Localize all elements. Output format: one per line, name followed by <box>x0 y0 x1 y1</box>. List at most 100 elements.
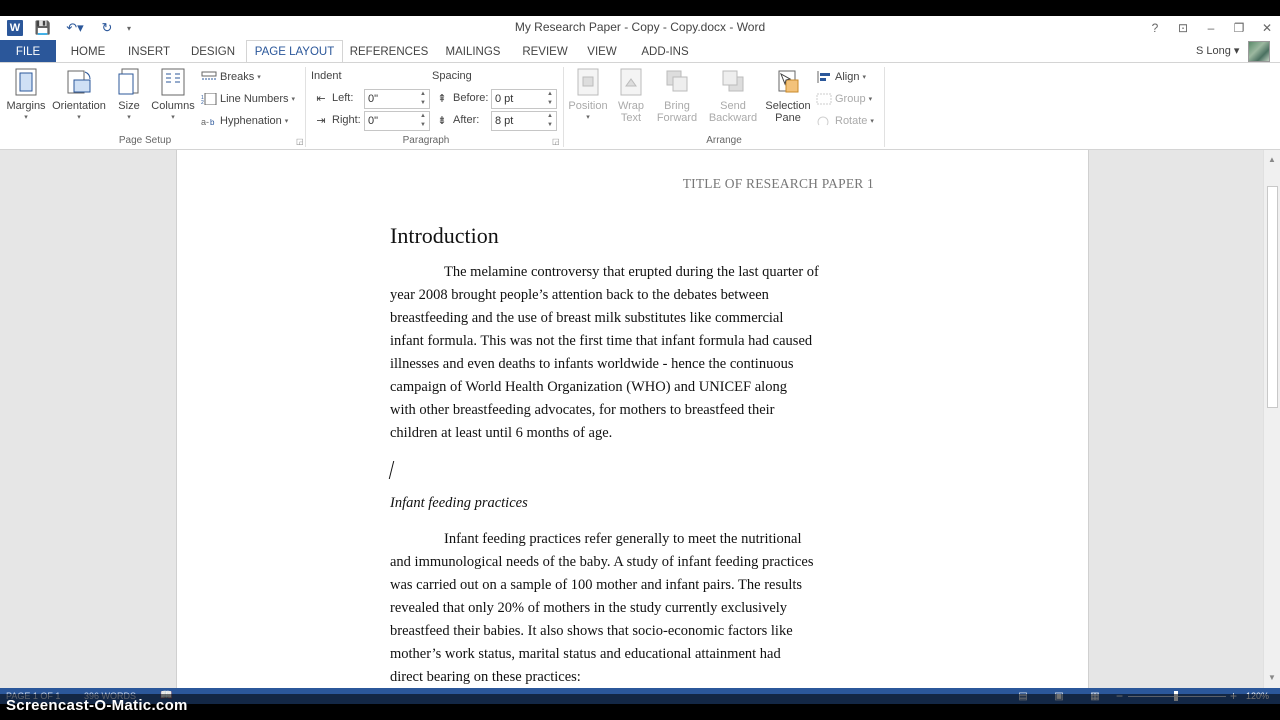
spacing-before-field[interactable]: 0 pt ▲ ▼ <box>491 89 557 109</box>
size-label: Size <box>118 100 140 112</box>
spacing-after-spinner-icon[interactable]: ▲ ▼ <box>545 113 555 129</box>
send-backward-icon <box>718 67 748 97</box>
bring-label-1: Bring <box>664 100 690 112</box>
indent-left-spinner-icon[interactable]: ▲ ▼ <box>418 91 428 107</box>
svg-text:a-: a- <box>201 117 209 127</box>
paragraph-line[interactable]: revealed that only 20% of mothers in the… <box>390 597 880 620</box>
indent-right-value: 0" <box>368 115 379 127</box>
breaks-dropdown-icon: ▾ <box>257 74 261 81</box>
send-backward-button[interactable]: Send Backward <box>704 67 762 124</box>
hyphenation-button[interactable]: a-b Hyphenation ▾ <box>201 112 288 130</box>
paragraph-line[interactable]: Infant feeding practices refer generally… <box>390 528 880 551</box>
paragraph-line[interactable]: mother’s work status, marital status and… <box>390 643 880 666</box>
paragraph-line[interactable]: with other breastfeeding advocates, for … <box>390 399 880 422</box>
paragraph-launcher-icon[interactable]: ◲ <box>552 137 560 146</box>
wrap-text-icon <box>616 67 646 97</box>
subheading-infant-feeding[interactable]: Infant feeding practices <box>390 495 528 512</box>
minimize-icon[interactable]: – <box>1198 19 1224 37</box>
svg-text:2: 2 <box>201 100 204 105</box>
tab-add-ins[interactable]: ADD-INS <box>632 40 698 63</box>
vertical-scrollbar[interactable]: ▲ ▼ <box>1263 150 1280 688</box>
tab-review[interactable]: REVIEW <box>518 40 572 63</box>
group-separator <box>563 67 564 147</box>
document-workspace[interactable]: TITLE OF RESEARCH PAPER 1 Introduction T… <box>0 150 1263 688</box>
paragraph-line[interactable]: infant formula. This was not the first t… <box>390 330 880 353</box>
send-label-2: Backward <box>708 112 758 124</box>
hyphenation-label: Hyphenation <box>220 115 282 127</box>
window-title: My Research Paper - Copy - Copy.docx - W… <box>514 20 766 34</box>
page-header[interactable]: TITLE OF RESEARCH PAPER 1 <box>683 176 874 192</box>
tab-references[interactable]: REFERENCES <box>350 40 429 63</box>
line-numbers-button[interactable]: 12 Line Numbers ▾ <box>201 90 295 108</box>
indent-right-field[interactable]: 0" ▲ ▼ <box>364 111 430 131</box>
page-setup-launcher-icon[interactable]: ◲ <box>296 137 304 146</box>
word-logo-letter: W <box>7 20 23 36</box>
paragraph-line[interactable]: The melamine controversy that erupted du… <box>390 261 880 284</box>
bring-forward-button[interactable]: Bring Forward <box>652 67 702 124</box>
spacing-before-label: ⇞ Before: <box>434 89 488 107</box>
scroll-up-icon[interactable]: ▲ <box>1266 152 1278 166</box>
page-setup-group-label: Page Setup <box>118 135 172 146</box>
paragraph-line[interactable]: breastfeed their babies. It also shows t… <box>390 620 880 643</box>
breaks-button[interactable]: Breaks ▾ <box>201 68 261 86</box>
tab-home[interactable]: HOME <box>62 40 114 63</box>
avatar[interactable] <box>1248 41 1270 62</box>
restore-icon[interactable]: ❐ <box>1226 19 1252 37</box>
redo-icon[interactable]: ↻ <box>96 19 118 37</box>
paragraph-line[interactable]: was carried out on a sample of 100 mothe… <box>390 574 880 597</box>
scroll-down-icon[interactable]: ▼ <box>1266 670 1278 684</box>
paragraph-line[interactable]: illnesses and even deaths to infants wor… <box>390 353 880 376</box>
margins-button[interactable]: Margins ▾ <box>6 67 46 121</box>
orientation-button[interactable]: Orientation ▾ <box>50 67 108 121</box>
rotate-button[interactable]: Rotate ▾ <box>816 112 874 130</box>
columns-label: Columns <box>151 100 195 112</box>
save-icon[interactable]: 💾 <box>32 19 54 37</box>
tab-file[interactable]: FILE <box>0 40 56 63</box>
document-page[interactable]: TITLE OF RESEARCH PAPER 1 Introduction T… <box>176 150 1089 688</box>
customize-qat-icon[interactable]: ▾ <box>122 19 136 37</box>
wrap-text-button[interactable]: Wrap Text <box>614 67 648 124</box>
paragraph-line[interactable]: breastfeeding and the use of breast milk… <box>390 307 880 330</box>
rotate-dropdown-icon: ▾ <box>870 118 874 125</box>
indent-left-field[interactable]: 0" ▲ ▼ <box>364 89 430 109</box>
selection-label-1: Selection <box>765 100 811 112</box>
paragraph-line[interactable]: and immunological needs of the baby. A s… <box>390 551 880 574</box>
word-logo-icon[interactable]: W <box>4 19 26 37</box>
tab-insert[interactable]: INSERT <box>122 40 176 63</box>
size-icon <box>114 67 144 97</box>
heading-introduction[interactable]: Introduction <box>390 223 499 249</box>
columns-button[interactable]: Columns ▾ <box>150 67 196 121</box>
paragraph-line[interactable]: year 2008 brought people’s attention bac… <box>390 284 880 307</box>
undo-icon[interactable]: ↶▾ <box>60 19 90 37</box>
paragraph-line[interactable]: direct bearing on these practices: <box>390 666 880 688</box>
spacing-after-field[interactable]: 8 pt ▲ ▼ <box>491 111 557 131</box>
group-separator <box>305 67 306 147</box>
indent-left-label: ⇤ Left: <box>313 89 353 107</box>
ribbon-display-options-icon[interactable]: ⊡ <box>1170 19 1196 37</box>
scrollbar-thumb[interactable] <box>1267 186 1278 408</box>
rotate-label: Rotate <box>835 115 868 127</box>
position-label: Position <box>568 100 608 112</box>
tab-design[interactable]: DESIGN <box>184 40 242 63</box>
selection-pane-button[interactable]: Selection Pane <box>764 67 812 124</box>
help-icon[interactable]: ? <box>1142 19 1168 37</box>
paragraph-line[interactable]: children at least until 6 months of age. <box>390 422 880 445</box>
svg-text:b: b <box>210 118 215 127</box>
close-icon[interactable]: ✕ <box>1254 19 1280 37</box>
size-button[interactable]: Size ▾ <box>114 67 144 121</box>
bring-label-2: Forward <box>656 112 698 124</box>
align-button[interactable]: Align ▾ <box>816 68 866 86</box>
orientation-label: Orientation <box>52 100 106 112</box>
columns-icon <box>158 67 188 97</box>
wrap-label-1: Wrap <box>617 100 645 112</box>
tab-page-layout[interactable]: PAGE LAYOUT <box>246 40 343 63</box>
user-name[interactable]: S Long ▾ <box>1196 44 1239 57</box>
indent-right-spinner-icon[interactable]: ▲ ▼ <box>418 113 428 129</box>
tab-view[interactable]: VIEW <box>582 40 622 63</box>
tab-mailings[interactable]: MAILINGS <box>438 40 508 63</box>
spacing-before-icon: ⇞ <box>437 92 447 105</box>
group-objects-button[interactable]: Group ▾ <box>816 90 872 108</box>
position-button[interactable]: Position ▾ <box>566 67 610 121</box>
spacing-before-spinner-icon[interactable]: ▲ ▼ <box>545 91 555 107</box>
paragraph-line[interactable]: campaign of World Health Organization (W… <box>390 376 880 399</box>
